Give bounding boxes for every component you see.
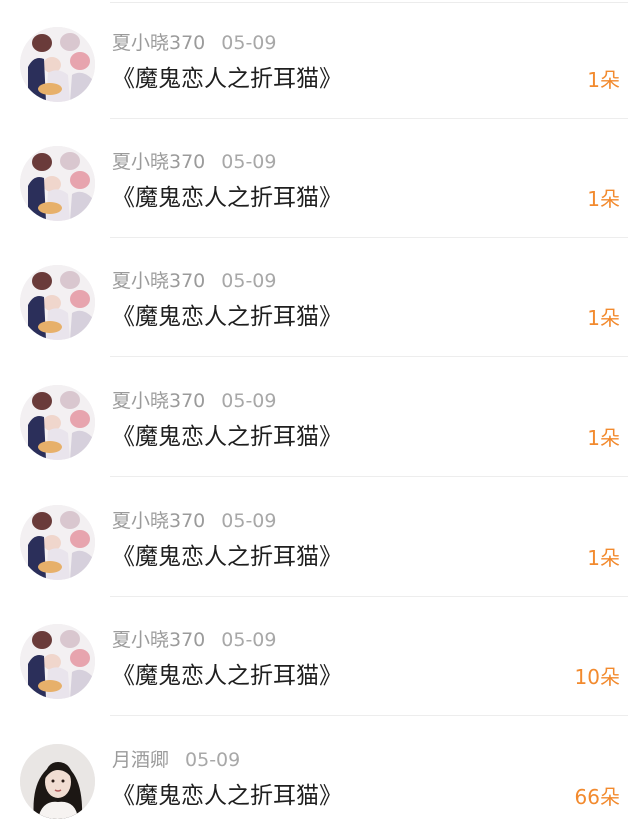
flower-count: 66朵 [574, 785, 620, 809]
date: 05-09 [221, 32, 277, 54]
list-item[interactable]: 夏小晓370 05-09 《魔鬼恋人之折耳猫》 1朵 [0, 478, 640, 597]
username-line: 夏小晓370 05-09 [112, 268, 276, 294]
list-item[interactable]: 夏小晓370 05-09 《魔鬼恋人之折耳猫》 1朵 [0, 119, 640, 238]
gift-name: 《魔鬼恋人之折耳猫》 [112, 663, 342, 689]
username[interactable]: 夏小晓370 [112, 627, 205, 653]
flower-count: 1朵 [587, 306, 620, 330]
date: 05-09 [221, 390, 277, 412]
portrait-avatar-icon[interactable] [20, 744, 95, 819]
list-item[interactable]: 月酒卿 05-09 《魔鬼恋人之折耳猫》 66朵 [0, 717, 640, 839]
list-item[interactable]: 夏小晓370 05-09 《魔鬼恋人之折耳猫》 1朵 [0, 0, 640, 119]
date: 05-09 [185, 749, 241, 771]
list-item[interactable]: 夏小晓370 05-09 《魔鬼恋人之折耳猫》 1朵 [0, 238, 640, 357]
username[interactable]: 夏小晓370 [112, 30, 205, 56]
username-line: 夏小晓370 05-09 [112, 149, 276, 175]
username-line: 夏小晓370 05-09 [112, 508, 276, 534]
list-item[interactable]: 夏小晓370 05-09 《魔鬼恋人之折耳猫》 10朵 [0, 597, 640, 716]
username-line: 夏小晓370 05-09 [112, 627, 276, 653]
date: 05-09 [221, 270, 277, 292]
anime-group-avatar-icon[interactable] [20, 146, 95, 221]
flower-count: 1朵 [587, 426, 620, 450]
username[interactable]: 夏小晓370 [112, 268, 205, 294]
username[interactable]: 月酒卿 [112, 747, 169, 773]
anime-group-avatar-icon[interactable] [20, 265, 95, 340]
username-line: 夏小晓370 05-09 [112, 30, 276, 56]
divider [110, 356, 628, 357]
date: 05-09 [221, 510, 277, 532]
gift-name: 《魔鬼恋人之折耳猫》 [112, 544, 342, 570]
divider [110, 715, 628, 716]
gift-name: 《魔鬼恋人之折耳猫》 [112, 185, 342, 211]
date: 05-09 [221, 151, 277, 173]
gift-name: 《魔鬼恋人之折耳猫》 [112, 783, 342, 809]
username-line: 夏小晓370 05-09 [112, 388, 276, 414]
flower-count: 1朵 [587, 187, 620, 211]
anime-group-avatar-icon[interactable] [20, 505, 95, 580]
gift-name: 《魔鬼恋人之折耳猫》 [112, 66, 342, 92]
anime-group-avatar-icon[interactable] [20, 385, 95, 460]
list-item[interactable]: 夏小晓370 05-09 《魔鬼恋人之折耳猫》 1朵 [0, 358, 640, 477]
date: 05-09 [221, 629, 277, 651]
username[interactable]: 夏小晓370 [112, 149, 205, 175]
username[interactable]: 夏小晓370 [112, 388, 205, 414]
username-line: 月酒卿 05-09 [112, 747, 240, 773]
anime-group-avatar-icon[interactable] [20, 624, 95, 699]
gift-name: 《魔鬼恋人之折耳猫》 [112, 304, 342, 330]
username[interactable]: 夏小晓370 [112, 508, 205, 534]
anime-group-avatar-icon[interactable] [20, 27, 95, 102]
flower-count: 1朵 [587, 546, 620, 570]
flower-count: 1朵 [587, 68, 620, 92]
flower-count: 10朵 [574, 665, 620, 689]
gift-name: 《魔鬼恋人之折耳猫》 [112, 424, 342, 450]
divider [110, 476, 628, 477]
